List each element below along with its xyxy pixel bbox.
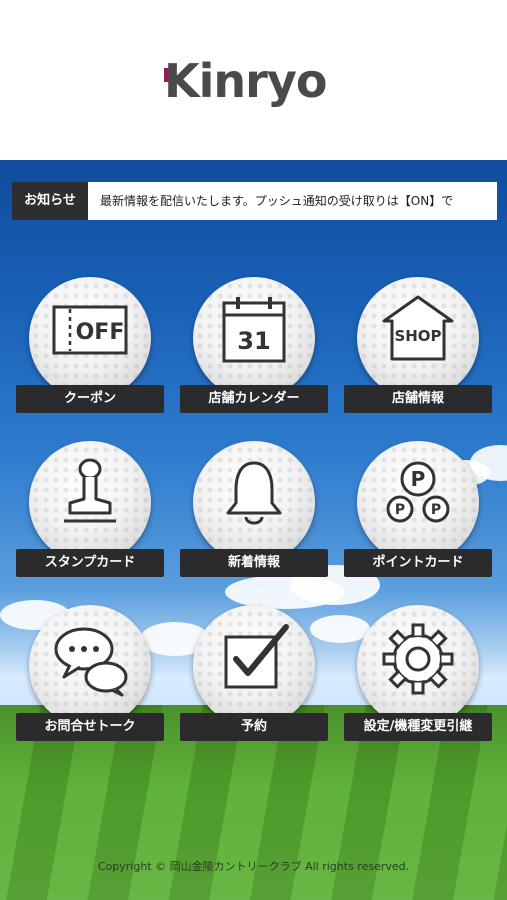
menu-label-reservation: 予約: [180, 713, 328, 741]
menu-inquiry-talk[interactable]: お問合せトーク: [16, 605, 164, 747]
menu-label-point-card: ポイントカード: [344, 549, 492, 577]
bell-icon: [226, 461, 282, 525]
coupon-icon-text: OFF: [76, 320, 125, 345]
golf-ball: [193, 605, 315, 727]
menu-point-card[interactable]: P P P ポイントカード: [344, 441, 492, 583]
calendar-icon-text: 31: [237, 327, 270, 355]
checkbox-icon: [224, 624, 289, 689]
golf-ball: [357, 605, 479, 727]
shop-icon-text: SHOP: [394, 327, 441, 345]
menu-reservation[interactable]: 予約: [180, 605, 328, 747]
golf-course-background: お知らせ 最新情報を配信いたします。プッシュ通知の受け取りは【ON】で OFF …: [0, 160, 507, 900]
app-header: Kinryo: [0, 0, 507, 160]
golf-ball: OFF: [29, 277, 151, 399]
menu-label-stamp-card: スタンプカード: [16, 549, 164, 577]
logo-text: Kinryo: [164, 54, 327, 108]
menu-label-inquiry-talk: お問合せトーク: [16, 713, 164, 741]
golf-ball: SHOP: [357, 277, 479, 399]
points-icon-text: P: [431, 502, 441, 518]
copyright-text: Copyright © 岡山金陵カントリークラブ All rights rese…: [97, 860, 410, 873]
menu-label-store-info: 店舗情報: [344, 385, 492, 413]
menu-label-settings-transfer: 設定/機種変更引継: [344, 713, 492, 741]
menu-stamp-card[interactable]: スタンプカード: [16, 441, 164, 583]
golf-ball: P P P: [357, 441, 479, 563]
menu-news[interactable]: 新着情報: [180, 441, 328, 583]
points-icon-text: P: [411, 467, 426, 491]
points-icon-text: P: [395, 502, 405, 518]
points-icon: P P P: [386, 461, 450, 523]
golf-ball: [193, 441, 315, 563]
golf-ball: [29, 605, 151, 727]
menu-label-news: 新着情報: [180, 549, 328, 577]
news-ticker[interactable]: お知らせ 最新情報を配信いたします。プッシュ通知の受け取りは【ON】で: [12, 182, 497, 220]
news-message[interactable]: 最新情報を配信いたします。プッシュ通知の受け取りは【ON】で: [100, 182, 497, 220]
menu-store-info[interactable]: SHOP 店舗情報: [344, 277, 492, 419]
chat-bubbles-icon: [54, 627, 128, 697]
golf-ball: 31: [193, 277, 315, 399]
menu-coupon[interactable]: OFF クーポン: [16, 277, 164, 419]
menu-label-store-calendar: 店舗カレンダー: [180, 385, 328, 413]
menu-label-coupon: クーポン: [16, 385, 164, 413]
shop-icon: SHOP: [382, 295, 454, 361]
stamp-icon: [64, 458, 116, 523]
gear-icon: [382, 623, 454, 695]
coupon-off-icon: OFF: [52, 305, 128, 355]
news-tag: お知らせ: [12, 182, 88, 220]
menu-store-calendar[interactable]: 31 店舗カレンダー: [180, 277, 328, 419]
kinryo-logo: Kinryo: [164, 58, 344, 120]
menu-settings-transfer[interactable]: 設定/機種変更引継: [344, 605, 492, 747]
calendar-icon: 31: [222, 297, 286, 363]
golf-ball: [29, 441, 151, 563]
